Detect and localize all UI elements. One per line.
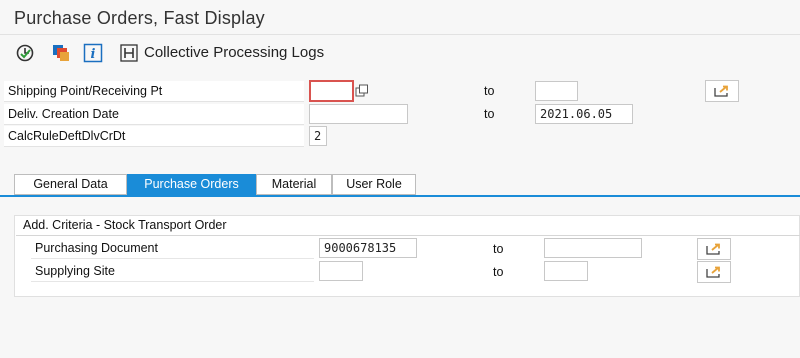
panel-divider — [16, 235, 800, 236]
calc-rule-label: CalcRuleDeftDlvCrDt — [4, 126, 304, 147]
supplying-site-label: Supplying Site — [31, 261, 314, 282]
supplying-site-to-label: to — [493, 265, 504, 279]
shipping-point-to-label: to — [484, 84, 495, 98]
purchasing-document-to-field[interactable] — [544, 238, 642, 258]
delivery-creation-date-from-field[interactable] — [309, 104, 408, 124]
supplying-site-multiple-selection-button[interactable] — [697, 261, 731, 283]
purchasing-document-to-label: to — [493, 242, 504, 256]
title-divider — [0, 34, 800, 35]
tab-strip-underline — [0, 195, 800, 197]
arrow-out-icon — [714, 85, 728, 97]
info-icon[interactable]: i — [82, 42, 104, 64]
arrow-out-icon — [706, 266, 720, 278]
delivery-creation-date-to-label: to — [484, 107, 495, 121]
collective-processing-logs-button[interactable]: Collective Processing Logs — [144, 44, 324, 61]
arrow-out-icon — [706, 243, 720, 255]
multiple-selection-icon[interactable] — [354, 83, 370, 99]
shipping-point-label: Shipping Point/Receiving Pt — [4, 81, 304, 102]
purchasing-document-multiple-selection-button[interactable] — [697, 238, 731, 260]
shipping-point-from-field[interactable] — [309, 80, 354, 102]
purchasing-document-label: Purchasing Document — [31, 238, 314, 259]
delivery-creation-date-label: Deliv. Creation Date — [4, 104, 304, 125]
tab-general-data[interactable]: General Data — [14, 174, 127, 195]
supplying-site-from-field[interactable] — [319, 261, 363, 281]
svg-text:i: i — [91, 47, 96, 62]
execute-clock-icon[interactable] — [14, 42, 36, 64]
supplying-site-to-field[interactable] — [544, 261, 588, 281]
logs-icon[interactable] — [118, 42, 140, 64]
variant-layers-icon[interactable] — [50, 42, 72, 64]
tab-user-role[interactable]: User Role — [332, 174, 416, 195]
tab-purchase-orders[interactable]: Purchase Orders — [127, 174, 256, 195]
shipping-point-to-field[interactable] — [535, 81, 578, 101]
purchasing-document-from-field[interactable]: 9000678135 — [319, 238, 417, 258]
page-title: Purchase Orders, Fast Display — [14, 8, 265, 28]
delivery-creation-date-to-field[interactable]: 2021.06.05 — [535, 104, 633, 124]
panel-title: Add. Criteria - Stock Transport Order — [23, 218, 227, 232]
tab-material[interactable]: Material — [256, 174, 332, 195]
calc-rule-field[interactable]: 2 — [309, 126, 327, 146]
shipping-point-multiple-selection-button[interactable] — [705, 80, 739, 102]
